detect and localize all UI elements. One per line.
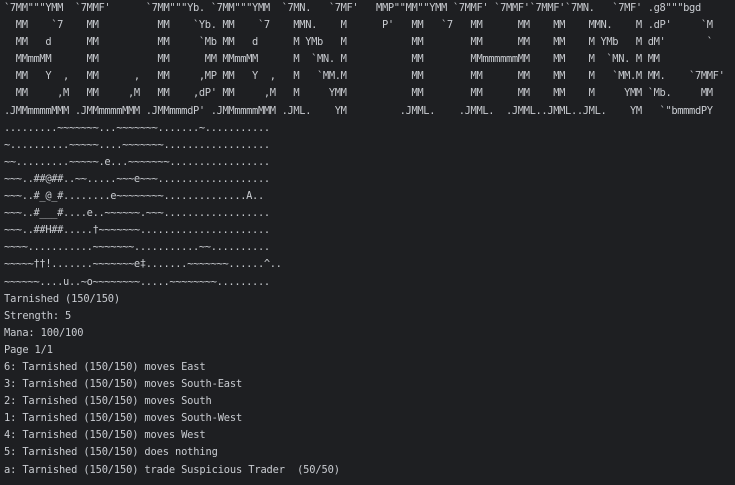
banner-line: MM ,M MM ,M MM ,dP' MM ,M M YMM MM MM MM…	[4, 87, 713, 100]
player-mana: Mana: 100/100	[4, 326, 84, 339]
action-menu: 6: Tarnished (150/150) moves East 3: Tar…	[4, 359, 735, 479]
map-row: .........~~~~~~~...~~~~~~~.......~......…	[4, 121, 270, 134]
map-row: ~..........~~~~~....~~~~~~~.............…	[4, 138, 270, 151]
action-move-west[interactable]: 4: Tarnished (150/150) moves West	[4, 427, 735, 444]
player-name-hp: Tarnished (150/150)	[4, 292, 121, 305]
banner-line: MM Y , MM , MM ,MP MM Y , M `MM.M MM MM …	[4, 70, 725, 83]
action-do-nothing[interactable]: 5: Tarnished (150/150) does nothing	[4, 444, 735, 461]
map-row: ~~.........~~~~~.e...~~~~~~~............…	[4, 155, 270, 168]
page-indicator: Page 1/1	[4, 343, 53, 356]
banner-line: MM `7 MM MM `Yb. MM `7 MMN. M P' MM `7 M…	[4, 19, 713, 32]
player-strength: Strength: 5	[4, 309, 72, 322]
banner-line: MM d MM MM `Mb MM d M YMb M MM MM MM MM …	[4, 36, 713, 49]
status-panel: Tarnished (150/150) Strength: 5 Mana: 10…	[4, 291, 735, 359]
action-move-south-east[interactable]: 3: Tarnished (150/150) moves South-East	[4, 376, 735, 393]
banner-line: `7MM"""YMM `7MMF' `7MM"""Yb. `7MM"""YMM …	[4, 2, 701, 14]
action-move-east[interactable]: 6: Tarnished (150/150) moves East	[4, 359, 735, 376]
action-trade[interactable]: a: Tarnished (150/150) trade Suspicious …	[4, 462, 735, 479]
map-row: ~~~~...........~~~~~~~...........~~.....…	[4, 241, 270, 254]
map-row: ~~~..#___#....e..~~~~~~.~~~.............…	[4, 207, 270, 220]
action-move-south[interactable]: 2: Tarnished (150/150) moves South	[4, 393, 735, 410]
map-row: ~~~..#_@_#........e~~~~~~~~.............…	[4, 190, 264, 203]
map-row: ~~~..##@##..~~.....~~~e~~~..............…	[4, 172, 270, 185]
banner-line: MMmmMM MM MM MM MMmmMM M `MN. M MM MMmmm…	[4, 53, 660, 66]
game-map: .........~~~~~~~...~~~~~~~.......~......…	[4, 120, 735, 291]
action-move-south-west[interactable]: 1: Tarnished (150/150) moves South-West	[4, 410, 735, 427]
map-row: ~~~~~~....u..~o~~~~~~~~.....~~~~~~~~....…	[4, 275, 270, 288]
map-row: ~~~..##H##.....†~~~~~~~.................…	[4, 224, 270, 237]
terminal-window: `7MM"""YMM `7MMF' `7MM"""Yb. `7MM"""YMM …	[0, 0, 735, 485]
title-banner: `7MM"""YMM `7MMF' `7MM"""Yb. `7MM"""YMM …	[4, 0, 735, 120]
map-row: ~~~~~††!.......~~~~~~~e‡.......~~~~~~~..…	[4, 258, 282, 271]
banner-line: .JMMmmmmMMM .JMMmmmmMMM .JMMmmmdP' .JMMm…	[4, 104, 713, 117]
